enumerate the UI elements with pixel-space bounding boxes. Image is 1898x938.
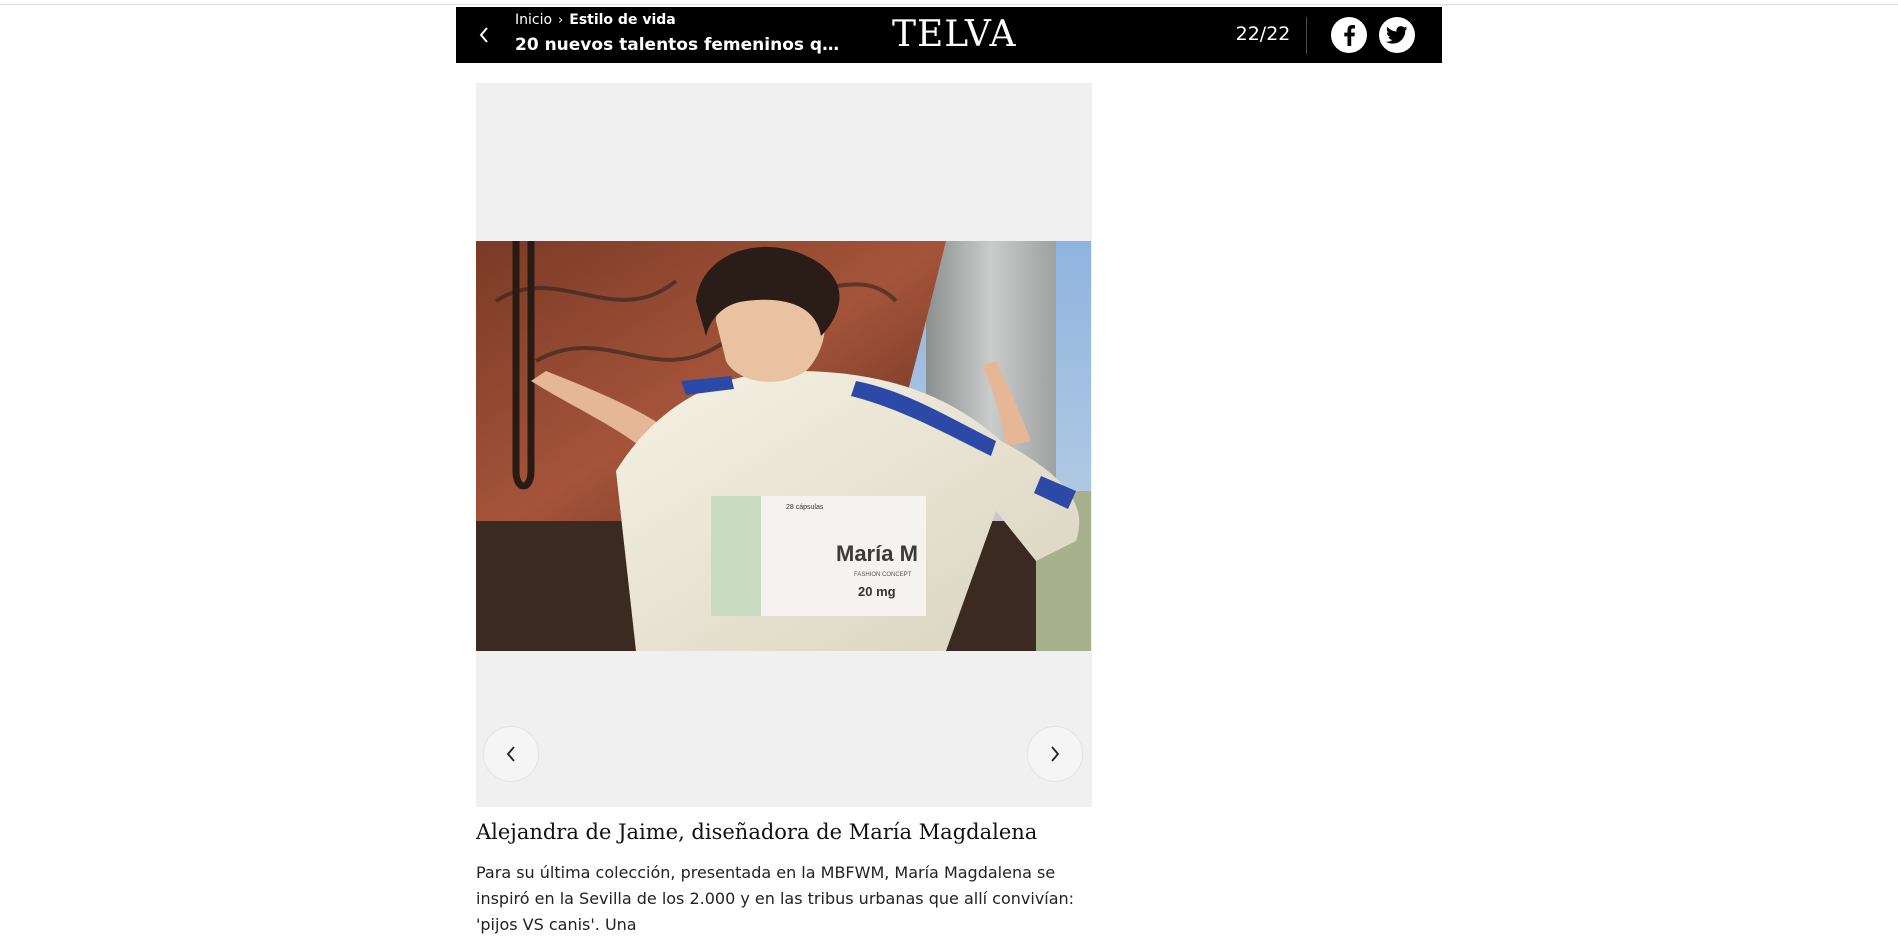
breadcrumb-section-link[interactable]: Estilo de vida	[569, 12, 675, 28]
breadcrumb-home-link[interactable]: Inicio	[515, 12, 552, 28]
gallery-photo: 28 cápsulas María M FASHION CONCEPT 20 m…	[476, 241, 1091, 651]
header-divider	[1306, 17, 1307, 54]
slide-caption-title: Alejandra de Jaime, diseñadora de María …	[476, 820, 1038, 844]
article-title: 20 nuevos talentos femeninos que deb...	[515, 35, 845, 55]
next-slide-button[interactable]	[1027, 726, 1083, 782]
slide-caption-body: Para su última colección, presentada en …	[476, 863, 1075, 934]
photo-label-capsules: 28 cápsulas	[786, 504, 824, 511]
photo-label-brand: María M	[836, 541, 918, 566]
breadcrumb: Inicio › Estilo de vida	[515, 12, 676, 28]
photo-label-dose: 20 mg	[858, 584, 896, 599]
chevron-left-icon	[506, 746, 515, 762]
facebook-icon	[1344, 25, 1355, 46]
facebook-share-button[interactable]	[1331, 17, 1367, 53]
twitter-icon	[1386, 26, 1408, 44]
breadcrumb-separator: ›	[558, 13, 564, 28]
slide-counter: 22/22	[1235, 23, 1291, 45]
twitter-share-button[interactable]	[1379, 17, 1415, 53]
photo-label-subtitle: FASHION CONCEPT	[854, 572, 912, 578]
top-divider	[0, 4, 1898, 5]
telva-logo[interactable]: TELVA	[892, 15, 1015, 55]
chevron-left-icon	[479, 27, 488, 43]
photo-gallery: 28 cápsulas María M FASHION CONCEPT 20 m…	[476, 83, 1092, 807]
gallery-header: Inicio › Estilo de vida 20 nuevos talentos…	[456, 7, 1442, 63]
chevron-right-icon	[1051, 746, 1060, 762]
previous-slide-button[interactable]	[483, 726, 539, 782]
back-button[interactable]	[468, 19, 500, 51]
